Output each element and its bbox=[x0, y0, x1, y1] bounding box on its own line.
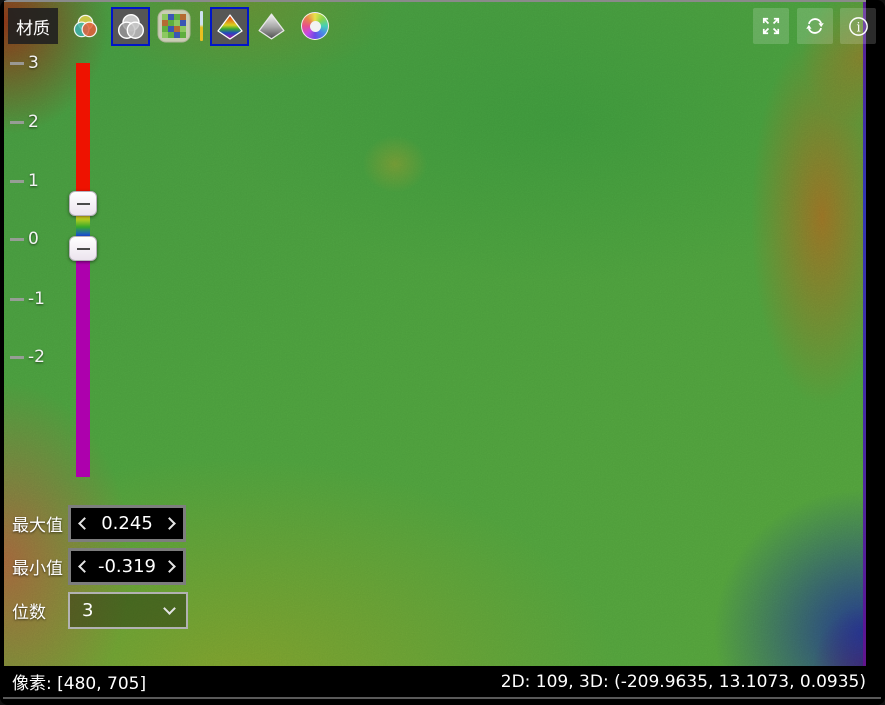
color-wheel-center bbox=[310, 21, 321, 32]
digits-select[interactable]: 3 bbox=[68, 592, 188, 629]
svg-text:i: i bbox=[856, 20, 860, 35]
chevron-down-icon bbox=[163, 602, 176, 615]
rainbow-surface-icon bbox=[214, 11, 246, 43]
info-icon: i bbox=[845, 13, 872, 40]
refresh-button[interactable] bbox=[797, 8, 833, 44]
toolbar-separator bbox=[200, 11, 203, 41]
fullscreen-button[interactable] bbox=[753, 8, 789, 44]
refresh-icon bbox=[802, 13, 828, 39]
decrement-icon[interactable] bbox=[78, 560, 91, 573]
colorbar bbox=[76, 63, 90, 477]
status-bar: 像素: [480, 705] 2D: 109, 3D: (-209.9635, … bbox=[0, 666, 885, 697]
image-right-edge bbox=[863, 2, 866, 666]
toolbar: 材质 bbox=[0, 0, 885, 50]
digits-value: 3 bbox=[82, 600, 93, 621]
window-bottom-border bbox=[3, 697, 881, 699]
handle-minus-glyph bbox=[77, 203, 90, 205]
color-wheel-icon[interactable] bbox=[301, 12, 329, 40]
max-value[interactable]: 0.245 bbox=[101, 513, 153, 534]
min-value-row: 最小值 -0.319 bbox=[12, 548, 186, 585]
max-range-handle[interactable] bbox=[69, 191, 97, 216]
min-range-handle[interactable] bbox=[69, 236, 97, 261]
app-window: 材质 bbox=[0, 0, 885, 705]
digits-row: 位数 3 bbox=[12, 592, 188, 629]
max-value-stepper[interactable]: 0.245 bbox=[68, 505, 186, 542]
decrement-icon[interactable] bbox=[78, 517, 91, 530]
color-grid-icon[interactable] bbox=[157, 9, 191, 47]
cursor-3d-coordinates: 2D: 109, 3D: (-209.9635, 13.1073, 0.0935… bbox=[501, 672, 866, 692]
handle-minus-glyph bbox=[77, 248, 90, 250]
digits-label: 位数 bbox=[12, 598, 68, 623]
pixel-coordinates: 像素: [480, 705] bbox=[12, 669, 146, 694]
increment-icon[interactable] bbox=[163, 560, 176, 573]
rainbow-surface-button[interactable] bbox=[210, 7, 249, 46]
gray-circles-button[interactable] bbox=[111, 7, 150, 46]
rgb-circles-icon[interactable] bbox=[72, 13, 99, 44]
gray-surface-icon[interactable] bbox=[255, 10, 288, 47]
max-value-label: 最大值 bbox=[12, 511, 68, 536]
min-value-stepper[interactable]: -0.319 bbox=[68, 548, 186, 585]
info-button[interactable]: i bbox=[840, 8, 876, 44]
fullscreen-icon bbox=[758, 13, 784, 39]
increment-icon[interactable] bbox=[163, 517, 176, 530]
gray-circles-icon bbox=[116, 12, 146, 42]
material-label: 材质 bbox=[8, 8, 58, 44]
min-value-label: 最小值 bbox=[12, 554, 68, 579]
max-value-row: 最大值 0.245 bbox=[12, 505, 186, 542]
min-value[interactable]: -0.319 bbox=[98, 556, 156, 577]
